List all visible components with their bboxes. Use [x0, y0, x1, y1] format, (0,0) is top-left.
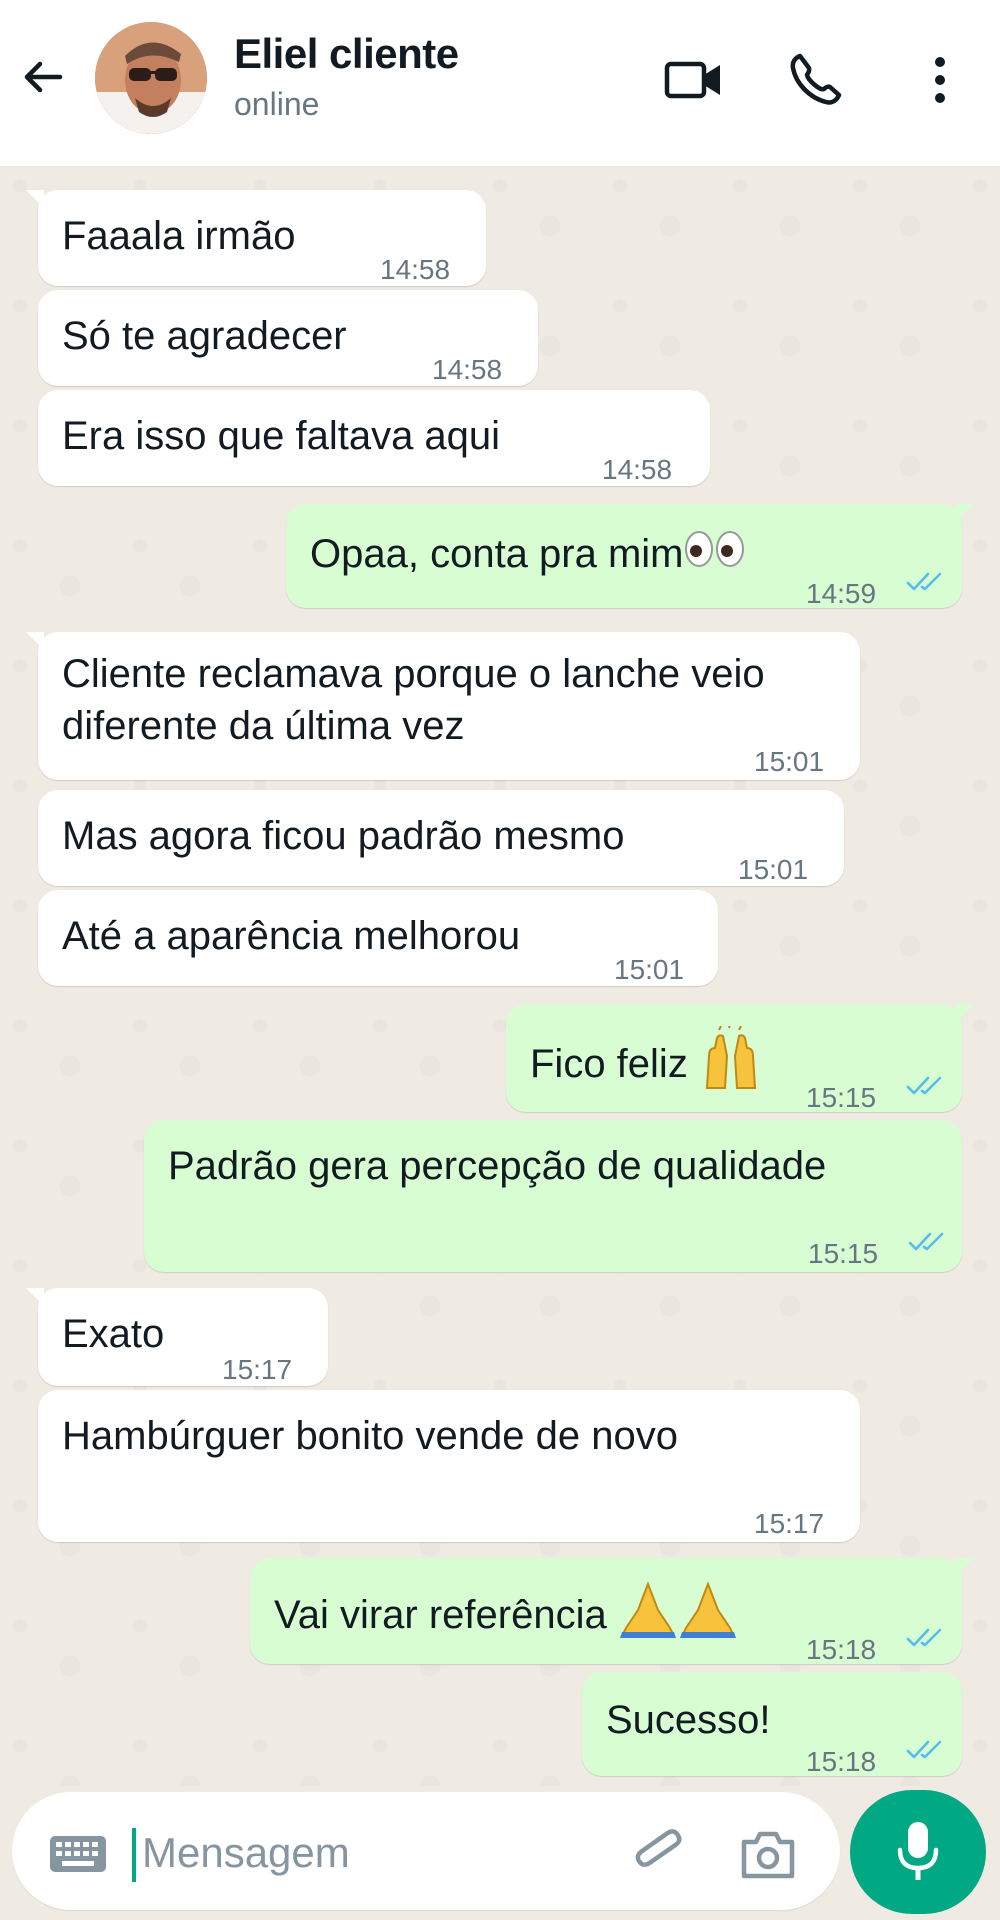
bubble-tail	[956, 504, 974, 522]
double-check-icon	[906, 1076, 942, 1095]
message-incoming[interactable]: Hambúrguer bonito vende de novo 15:17	[38, 1390, 860, 1542]
contact-photo	[95, 22, 207, 134]
message-outgoing[interactable]: Padrão gera percepção de qualidade 15:15	[144, 1120, 962, 1272]
message-time: 14:59	[806, 578, 877, 609]
camera-icon[interactable]	[738, 1828, 798, 1882]
bubble-tail	[956, 1004, 974, 1022]
message-text: Sucesso!	[606, 1698, 771, 1742]
double-check-icon	[908, 1232, 944, 1251]
message-incoming[interactable]: Era isso que faltava aqui 14:58	[38, 390, 710, 486]
message-text: Só te agradecer	[62, 314, 347, 358]
message-text: Padrão gera percepção de qualidade	[168, 1144, 827, 1188]
raising-hands-emoji	[699, 1023, 763, 1107]
double-check-icon	[906, 1628, 942, 1647]
eyes-emoji	[684, 528, 746, 584]
chat-header: Eliel cliente online	[0, 0, 1000, 166]
composer-bar	[0, 1786, 1000, 1920]
message-incoming[interactable]: Cliente reclamava porque o lanche veio d…	[26, 632, 860, 780]
message-incoming[interactable]: Faaala irmão 14:58	[26, 190, 486, 286]
message-time: 15:18	[806, 1746, 877, 1777]
contact-name[interactable]: Eliel cliente	[234, 30, 459, 78]
folded-hands-emoji	[618, 1580, 738, 1655]
message-text: Vai virar referência	[274, 1580, 738, 1655]
message-text-body: Opaa, conta pra mim	[310, 532, 684, 576]
microphone-icon	[897, 1822, 939, 1880]
double-check-icon	[906, 1740, 942, 1759]
message-text: Exato	[62, 1312, 165, 1356]
phone-icon[interactable]	[786, 50, 846, 110]
message-list[interactable]: Faaala irmão 14:58 Só te agradecer 14:58…	[0, 166, 1000, 1786]
more-vertical-icon[interactable]	[910, 50, 970, 110]
message-input[interactable]	[140, 1822, 624, 1884]
message-incoming[interactable]: Mas agora ficou padrão mesmo 15:01	[38, 790, 844, 886]
message-incoming[interactable]: Exato 15:17	[26, 1288, 328, 1386]
message-composer[interactable]	[12, 1792, 840, 1910]
message-text: Hambúrguer bonito vende de novo	[62, 1414, 678, 1458]
contact-status: online	[234, 86, 320, 122]
message-outgoing[interactable]: Fico feliz 15:15	[506, 1004, 974, 1113]
video-camera-icon[interactable]	[664, 50, 724, 110]
message-outgoing[interactable]: Vai virar referência 15:18	[250, 1558, 974, 1665]
message-time: 15:01	[738, 854, 809, 885]
text-caret	[132, 1828, 136, 1882]
avatar[interactable]	[95, 22, 207, 134]
message-time: 15:15	[808, 1238, 879, 1269]
message-incoming[interactable]: Até a aparência melhorou 15:01	[38, 890, 718, 986]
message-incoming[interactable]: Só te agradecer 14:58	[38, 290, 538, 386]
arrow-left-icon[interactable]	[20, 54, 66, 100]
message-text: Era isso que faltava aqui	[62, 414, 501, 458]
message-text: Até a aparência melhorou	[62, 914, 521, 958]
message-text: Mas agora ficou padrão mesmo	[62, 814, 625, 858]
bubble-tail	[956, 1558, 974, 1576]
message-text-line-2: diferente da última vez	[62, 704, 465, 748]
message-time: 15:17	[754, 1508, 825, 1539]
message-text: Opaa, conta pra mim	[310, 526, 746, 584]
message-text-line-1: Cliente reclamava porque o lanche veio	[62, 652, 765, 696]
message-text: Faaala irmão	[62, 214, 296, 258]
paperclip-icon[interactable]	[632, 1826, 688, 1882]
double-check-icon	[906, 572, 942, 591]
microphone-button[interactable]	[850, 1790, 986, 1914]
bubble-tail	[26, 1288, 44, 1306]
message-time: 15:01	[754, 746, 825, 777]
bubble-tail	[26, 190, 44, 208]
message-text-body: Fico feliz	[530, 1042, 699, 1087]
message-outgoing[interactable]: Opaa, conta pra mim 14:59	[286, 504, 974, 609]
keyboard-icon[interactable]	[48, 1834, 108, 1874]
bubble-tail	[26, 632, 44, 650]
message-time: 14:58	[602, 454, 673, 485]
message-time: 15:18	[806, 1634, 877, 1665]
message-time: 15:01	[614, 954, 685, 985]
message-time: 15:15	[806, 1082, 877, 1113]
message-text-body: Vai virar referência	[274, 1593, 618, 1638]
message-text: Fico feliz	[530, 1023, 763, 1107]
message-outgoing[interactable]: Sucesso! 15:18	[582, 1672, 962, 1777]
